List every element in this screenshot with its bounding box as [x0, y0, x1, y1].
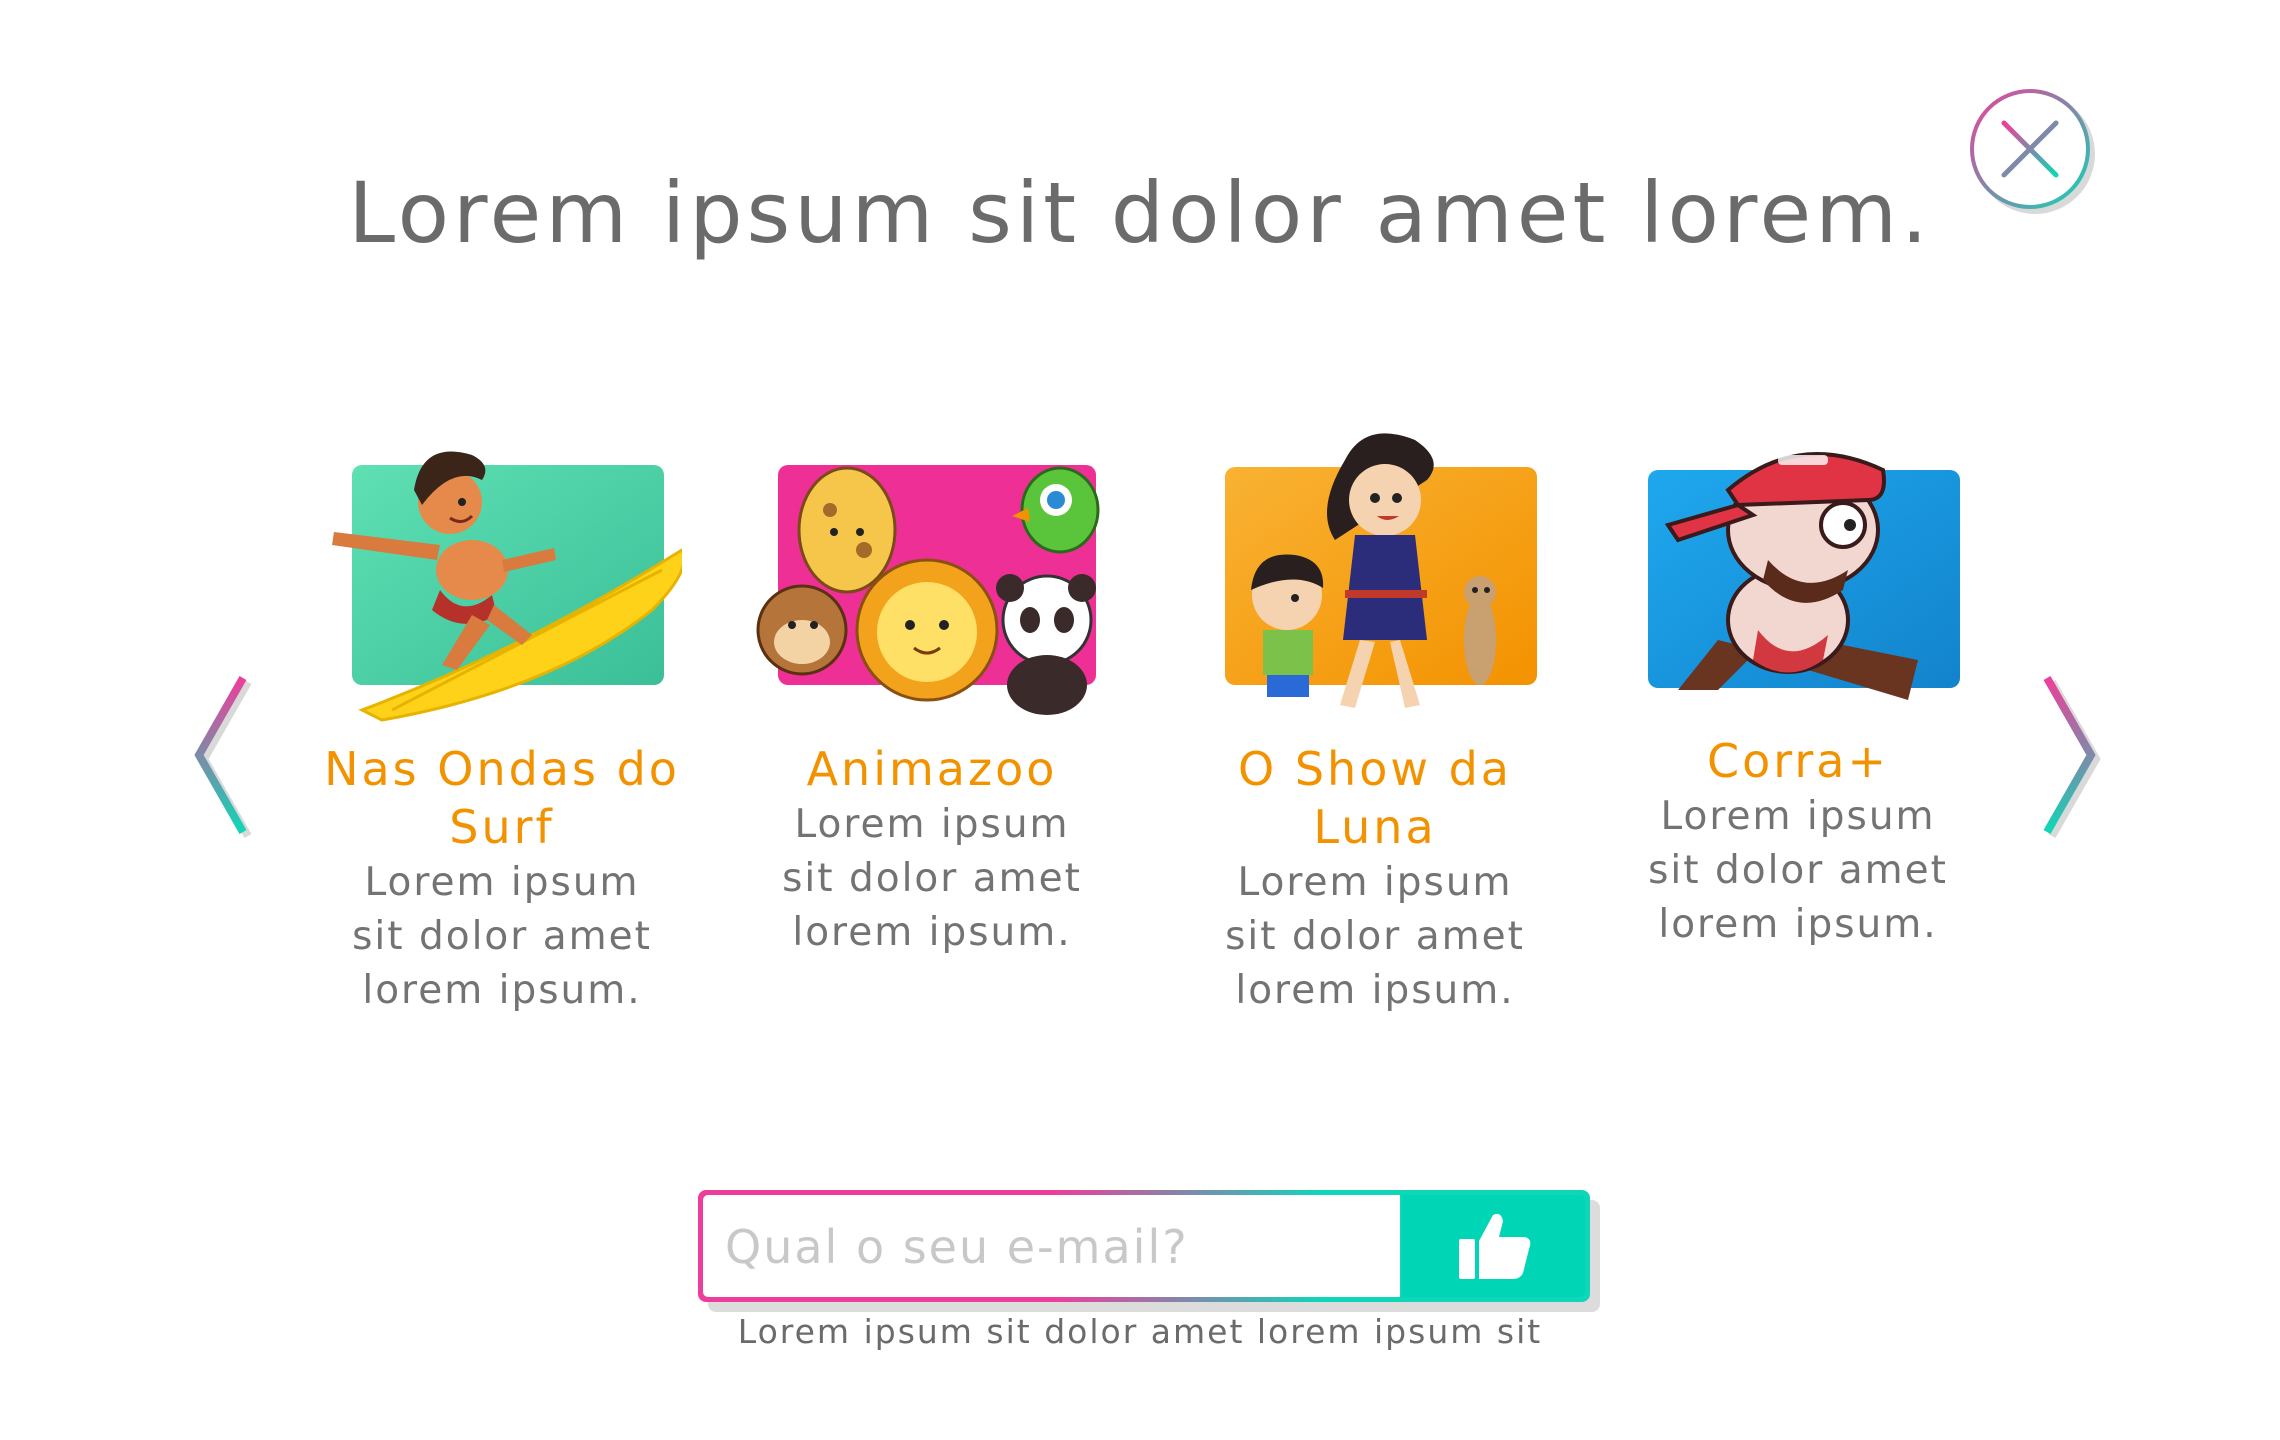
show-description: Lorem ipsum sit dolor amet lorem ipsum.	[1225, 860, 1525, 1013]
thumbs-up-icon	[1459, 1213, 1531, 1279]
show-card-o-show-da-luna[interactable]: O Show da Luna Lorem ipsum sit dolor ame…	[1195, 420, 1555, 1018]
signup-note: Lorem ipsum sit dolor amet lorem ipsum s…	[737, 1312, 1543, 1351]
show-card-animazoo[interactable]: Animazoo Lorem ipsum sit dolor amet lore…	[752, 420, 1112, 960]
show-description: Lorem ipsum sit dolor amet lorem ipsum.	[1648, 794, 1948, 947]
surfer-boy-illustration	[322, 420, 682, 722]
submit-button[interactable]	[1402, 1195, 1585, 1297]
show-title: O Show da Luna	[1238, 742, 1512, 854]
chevron-right-icon	[2043, 676, 2101, 838]
carousel-prev-button[interactable]	[185, 670, 255, 840]
show-card-corra-plus[interactable]: Corra+ Lorem ipsum sit dolor amet lorem …	[1618, 420, 1978, 952]
show-title: Corra+	[1706, 734, 1889, 788]
show-card-nas-ondas-do-surf[interactable]: Nas Ondas do Surf Lorem ipsum sit dolor …	[322, 420, 682, 1018]
email-field-border	[698, 1190, 1590, 1302]
show-description: Lorem ipsum sit dolor amet lorem ipsum.	[782, 802, 1082, 955]
zoo-animals-illustration	[752, 420, 1112, 720]
chevron-left-icon	[194, 676, 252, 838]
luna-and-friends-illustration	[1195, 420, 1555, 720]
show-title: Animazoo	[806, 742, 1058, 796]
newsletter-modal: Lorem ipsum sit dolor amet lorem. Nas On…	[0, 0, 2280, 1440]
email-input[interactable]	[723, 1195, 1387, 1299]
carousel-next-button[interactable]	[2035, 670, 2105, 840]
running-character-illustration	[1618, 420, 1978, 720]
modal-title: Lorem ipsum sit dolor amet lorem.	[348, 164, 1932, 262]
email-field-container	[703, 1195, 1400, 1299]
show-title: Nas Ondas do Surf	[324, 742, 680, 854]
email-signup-form	[698, 1190, 1600, 1312]
show-description: Lorem ipsum sit dolor amet lorem ipsum.	[352, 860, 652, 1013]
